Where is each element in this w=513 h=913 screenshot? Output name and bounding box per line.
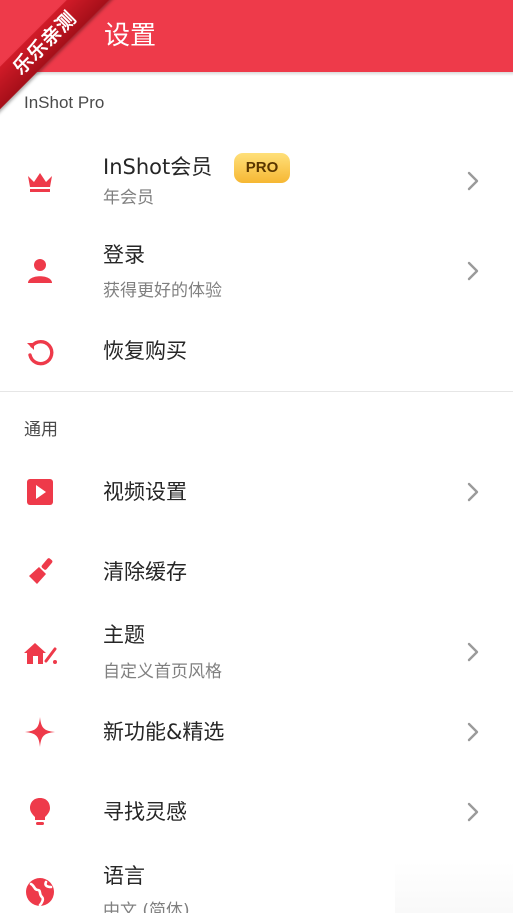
language-sublabel: 中文 (简体) — [103, 901, 190, 913]
login-label: 登录 — [103, 243, 145, 267]
settings-item-inspiration[interactable]: 寻找灵感 — [0, 784, 513, 840]
lightbulb-icon — [22, 794, 58, 830]
language-label: 语言 — [103, 864, 145, 888]
chevron-right-icon — [464, 169, 482, 193]
login-sublabel: 获得更好的体验 — [103, 281, 222, 301]
settings-item-new-features[interactable]: 新功能&精选 — [0, 704, 513, 760]
clear-cache-label: 清除缓存 — [103, 560, 187, 584]
settings-item-login[interactable]: 登录 获得更好的体验 — [0, 235, 513, 307]
section-title-general: 通用 — [24, 420, 58, 439]
theme-label: 主题 — [103, 623, 145, 647]
globe-icon — [22, 874, 58, 910]
chevron-right-icon — [464, 480, 482, 504]
theme-house-icon — [22, 635, 58, 671]
pro-badge: PRO — [234, 153, 290, 183]
video-settings-label: 视频设置 — [103, 480, 187, 504]
chevron-right-icon — [464, 259, 482, 283]
restore-label: 恢复购买 — [103, 339, 187, 363]
user-icon — [22, 253, 58, 289]
membership-label: InShot会员 — [103, 155, 213, 179]
bottom-fade — [395, 862, 513, 913]
section-divider — [0, 391, 513, 392]
new-features-label: 新功能&精选 — [103, 720, 225, 744]
crown-icon — [22, 163, 58, 199]
play-icon — [22, 474, 58, 510]
settings-item-theme[interactable]: 主题 自定义首页风格 — [0, 617, 513, 689]
restore-icon — [22, 334, 58, 370]
membership-sublabel: 年会员 — [103, 188, 154, 208]
chevron-right-icon — [464, 800, 482, 824]
section-title-pro: InShot Pro — [24, 93, 105, 112]
theme-sublabel: 自定义首页风格 — [103, 662, 222, 682]
broom-icon — [22, 554, 58, 590]
inspiration-label: 寻找灵感 — [103, 800, 187, 824]
sparkle-icon — [22, 714, 58, 750]
settings-item-restore[interactable]: 恢复购买 — [0, 324, 513, 380]
chevron-right-icon — [464, 720, 482, 744]
settings-item-clear-cache[interactable]: 清除缓存 — [0, 544, 513, 600]
chevron-right-icon — [464, 640, 482, 664]
settings-item-video[interactable]: 视频设置 — [0, 464, 513, 520]
